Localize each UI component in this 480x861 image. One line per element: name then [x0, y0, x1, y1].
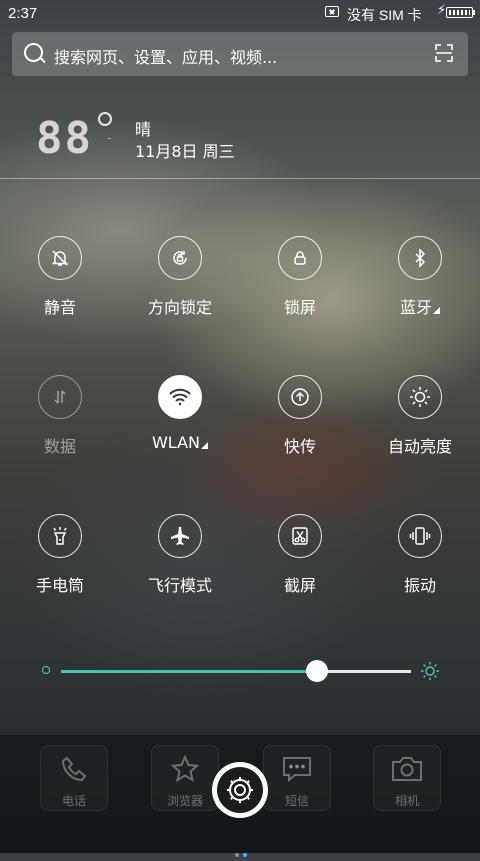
toggle-silent[interactable]: 静音	[0, 236, 120, 346]
charging-icon: ⚡	[437, 3, 447, 18]
toggle-lock-screen[interactable]: 锁屏	[240, 236, 360, 346]
status-bar: 2:37 没有 SIM 卡 ⚡	[0, 0, 480, 26]
quick-transfer-icon	[278, 375, 322, 419]
mobile-data-icon	[38, 375, 82, 419]
page-indicator	[233, 842, 249, 861]
wifi-icon	[158, 375, 202, 419]
airplane-icon	[158, 514, 202, 558]
dock-app-messages[interactable]: 短信	[263, 745, 331, 811]
toggle-label: 锁屏	[283, 298, 316, 317]
page-dot-active	[243, 853, 247, 857]
app-label: 电话	[61, 794, 86, 808]
brightness-high-icon	[421, 662, 439, 680]
menu-triangle-icon	[201, 442, 208, 449]
status-time: 2:37	[8, 5, 38, 22]
toggle-label: 蓝牙	[360, 294, 480, 318]
toggle-flashlight[interactable]: 手电筒	[0, 514, 120, 624]
temperature: 88	[36, 113, 93, 164]
battery-tip	[473, 10, 475, 15]
star-icon	[170, 754, 200, 783]
rotation-lock-icon	[158, 236, 202, 280]
no-sim-icon	[325, 6, 339, 17]
toggle-label: 方向锁定	[147, 298, 212, 317]
scan-icon[interactable]	[435, 44, 453, 62]
page-dot	[235, 853, 239, 857]
toggle-airplane-mode[interactable]: 飞行模式	[120, 514, 240, 624]
carrier-text: 没有 SIM 卡	[347, 7, 422, 23]
toggle-label: 静音	[43, 298, 76, 317]
date-text: 11月8日 周三	[135, 142, 235, 161]
toggle-label: 手电筒	[35, 576, 84, 595]
screenshot-icon	[278, 514, 322, 558]
brightness-low-icon	[42, 666, 50, 674]
auto-brightness-icon	[398, 375, 442, 419]
degree-underline	[108, 138, 111, 139]
brightness-fill	[61, 670, 317, 673]
app-label: 相机	[394, 794, 419, 808]
search-icon	[24, 43, 43, 62]
camera-icon	[392, 757, 422, 781]
app-label: 短信	[284, 794, 309, 808]
toggle-quick-transfer[interactable]: 快传	[240, 375, 360, 485]
settings-launcher-button[interactable]	[212, 762, 268, 818]
toggle-label: 飞行模式	[147, 576, 212, 595]
toggle-vibrate[interactable]: 振动	[360, 514, 480, 624]
dock-app-phone[interactable]: 电话	[40, 745, 108, 811]
menu-triangle-icon	[433, 307, 440, 314]
search-placeholder[interactable]: 搜索网页、设置、应用、视频...	[54, 44, 277, 68]
gear-icon	[227, 777, 253, 803]
toggle-screenshot[interactable]: 截屏	[240, 514, 360, 624]
divider	[0, 178, 480, 179]
vibrate-icon	[398, 514, 442, 558]
toggle-wlan[interactable]: WLAN	[120, 375, 240, 485]
app-label: 浏览器	[166, 794, 203, 808]
toggle-label: 振动	[403, 576, 436, 595]
weather-condition: 晴	[135, 120, 152, 139]
toggle-label: WLAN	[120, 433, 240, 452]
battery-icon	[446, 7, 473, 18]
toggle-label: 自动亮度	[387, 437, 452, 456]
toggle-label: 数据	[43, 437, 76, 456]
toggle-mobile-data[interactable]: 数据	[0, 375, 120, 485]
lock-icon	[278, 236, 322, 280]
bell-off-icon	[38, 236, 82, 280]
dock-app-browser[interactable]: 浏览器	[151, 745, 219, 811]
toggle-label: 截屏	[283, 576, 316, 595]
toggle-label: 快传	[283, 437, 316, 456]
flashlight-icon	[38, 514, 82, 558]
message-icon	[283, 757, 311, 783]
toggle-auto-brightness[interactable]: 自动亮度	[360, 375, 480, 485]
brightness-thumb[interactable]	[305, 660, 328, 682]
dock-app-camera[interactable]: 相机	[373, 745, 441, 811]
toggle-rotation-lock[interactable]: 方向锁定	[120, 236, 240, 346]
phone-icon	[61, 756, 87, 782]
degree-symbol	[98, 112, 112, 126]
bluetooth-icon	[398, 236, 442, 280]
toggle-bluetooth[interactable]: 蓝牙	[360, 236, 480, 346]
search-bar[interactable]: 搜索网页、设置、应用、视频...	[12, 32, 468, 76]
